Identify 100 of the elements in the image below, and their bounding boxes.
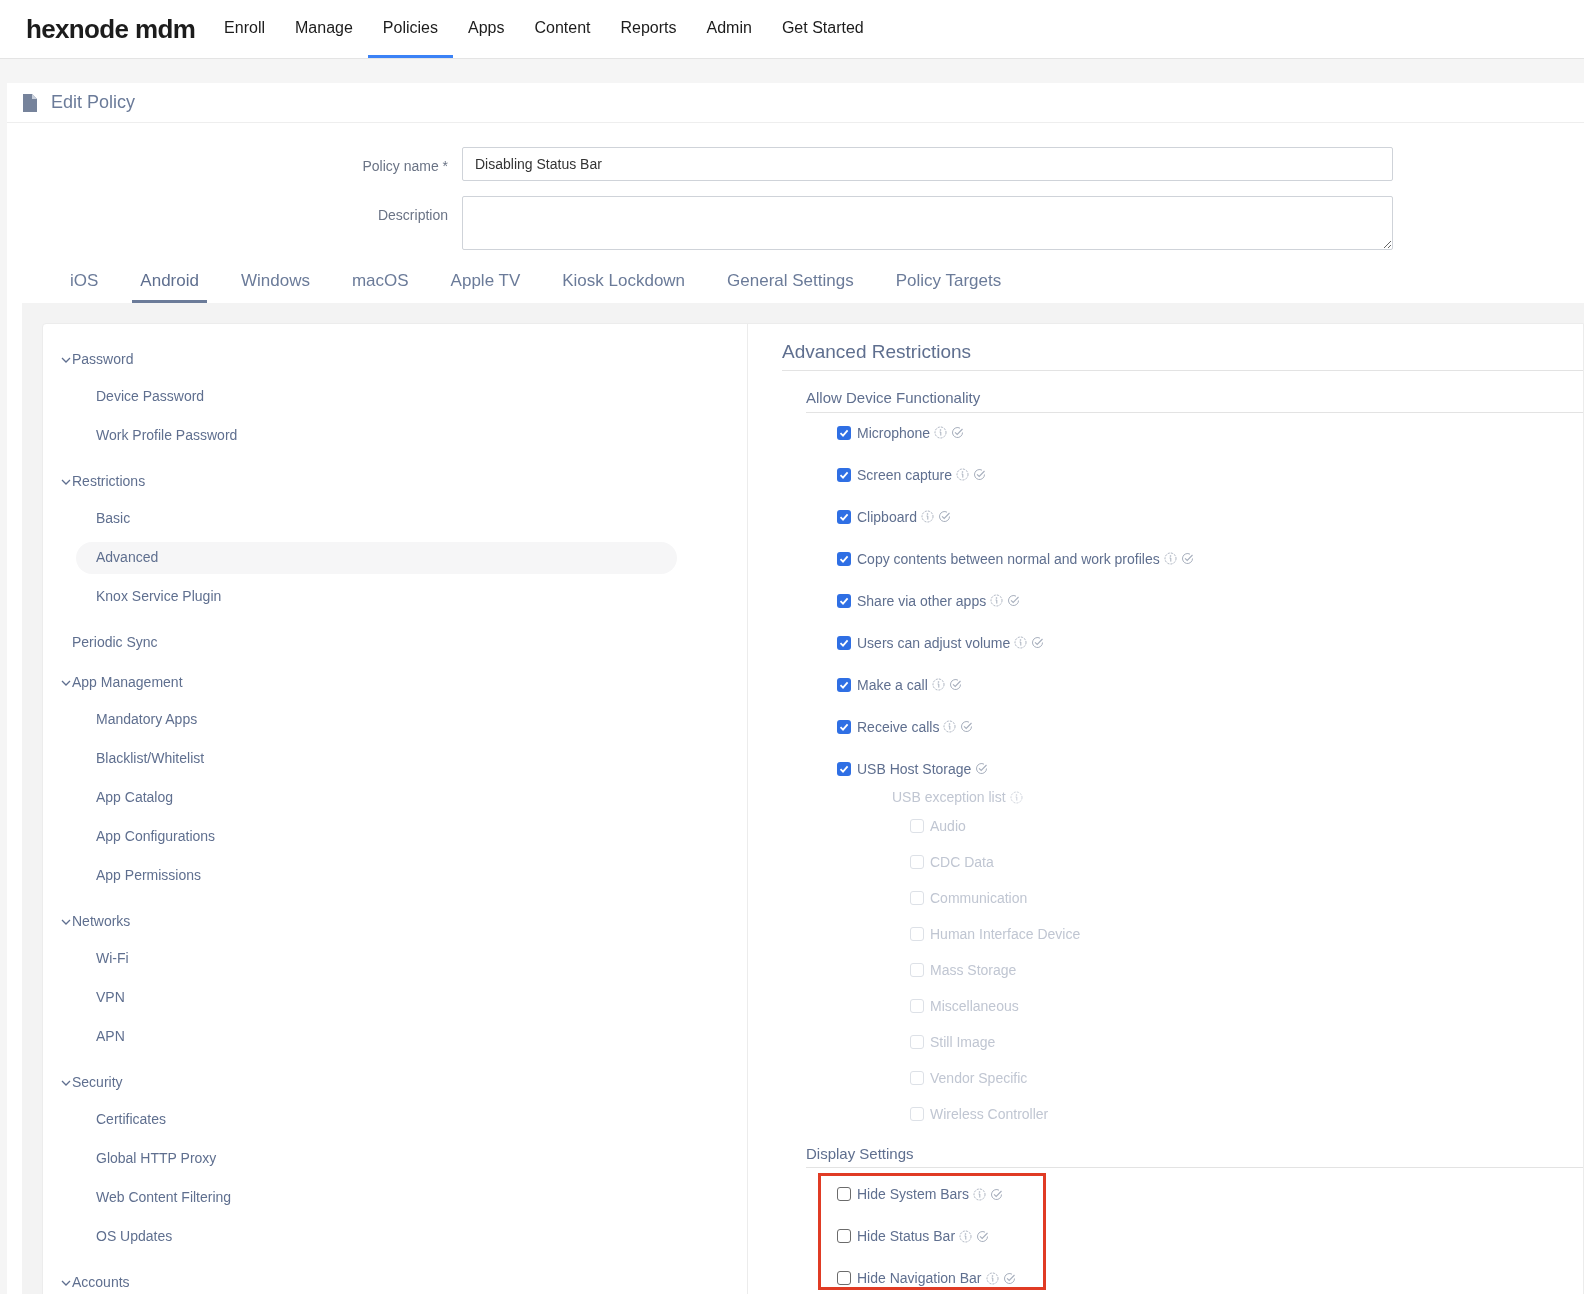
sidebar-item[interactable]: Mandatory Apps: [76, 703, 677, 736]
policy-name-field[interactable]: Disabling Status Bar: [462, 147, 1393, 181]
checkbox[interactable]: [837, 467, 851, 482]
nav-tab[interactable]: Apps: [453, 0, 520, 58]
info-icon[interactable]: [990, 594, 1004, 607]
chevron-icon[interactable]: [61, 355, 71, 364]
brand-logo: hexnode mdm: [26, 12, 196, 46]
sidebar-item[interactable]: Web Content Filtering: [76, 1181, 677, 1214]
checkbox[interactable]: [837, 509, 851, 524]
sidebar-item[interactable]: Global HTTP Proxy: [76, 1142, 677, 1175]
check-circle-icon: [937, 510, 951, 523]
sidebar-group[interactable]: Security: [72, 1072, 123, 1093]
option-label: Clipboard: [857, 508, 917, 525]
sidebar-item[interactable]: Wi-Fi: [76, 942, 677, 975]
chevron-icon[interactable]: [61, 1278, 71, 1287]
sidebar-item[interactable]: Blacklist/Whitelist: [76, 742, 677, 775]
chevron-icon[interactable]: [61, 917, 71, 926]
info-icon[interactable]: [955, 468, 969, 481]
nav-tab[interactable]: Reports: [605, 0, 692, 58]
check-circle-icon: [972, 468, 986, 481]
panel-title: Advanced Restrictions: [782, 337, 1583, 371]
checkbox[interactable]: [837, 425, 851, 440]
info-icon[interactable]: [959, 1229, 973, 1243]
info-icon[interactable]: [1014, 636, 1028, 649]
info-icon[interactable]: [934, 426, 948, 439]
check-circle-icon: [1007, 594, 1021, 607]
check-circle-icon: [951, 426, 965, 439]
option-label: Make a call: [857, 676, 928, 693]
section-title: Allow Device Functionality: [806, 387, 1583, 413]
option-label: Copy contents between normal and work profiles: [857, 550, 1160, 567]
sidebar-group[interactable]: Accounts: [72, 1272, 130, 1293]
nav-tab[interactable]: Policies: [367, 0, 453, 58]
chevron-icon[interactable]: [61, 1078, 71, 1087]
option-label: Miscellaneous: [930, 997, 1019, 1015]
checkbox[interactable]: [837, 593, 851, 608]
option-label: Wireless Controller: [930, 1105, 1049, 1123]
checkbox[interactable]: [837, 1229, 851, 1243]
sidebar-item[interactable]: Basic: [76, 502, 677, 535]
info-icon[interactable]: [973, 1187, 987, 1201]
platform-tab[interactable]: Apple TV: [442, 268, 529, 303]
info-icon[interactable]: [985, 1271, 999, 1285]
platform-tab[interactable]: General Settings: [719, 268, 862, 303]
description-field[interactable]: [462, 196, 1393, 250]
option-label: Microphone: [857, 424, 931, 441]
check-circle-icon: [1031, 636, 1045, 649]
platform-tab[interactable]: macOS: [343, 268, 417, 303]
sidebar-group[interactable]: Restrictions: [72, 471, 146, 492]
option-label: Share via other apps: [857, 592, 987, 609]
checkbox[interactable]: [837, 635, 851, 650]
option-label: CDC Data: [930, 853, 994, 871]
info-icon[interactable]: [920, 510, 934, 523]
check-circle-icon: [1180, 552, 1194, 565]
sidebar-item[interactable]: Advanced: [76, 541, 677, 574]
check-circle-icon: [990, 1187, 1004, 1201]
sidebar-item[interactable]: OS Updates: [76, 1220, 677, 1253]
sidebar-item[interactable]: Certificates: [76, 1103, 677, 1136]
sidebar-group[interactable]: App Management: [72, 672, 183, 693]
section-title: Display Settings: [806, 1142, 1583, 1168]
nav-tab[interactable]: Content: [519, 0, 606, 58]
sidebar-item[interactable]: VPN: [76, 981, 677, 1014]
option-label: Users can adjust volume: [857, 634, 1011, 651]
option-label: Communication: [930, 889, 1028, 907]
option-label: Mass Storage: [930, 961, 1017, 979]
nav-tab[interactable]: Enroll: [209, 0, 280, 58]
option-label: Screen capture: [857, 466, 952, 483]
platform-tab[interactable]: Kiosk Lockdown: [554, 268, 694, 303]
sidebar-item[interactable]: App Configurations: [76, 820, 677, 853]
sidebar-item[interactable]: APN: [76, 1020, 677, 1053]
checkbox[interactable]: [837, 719, 851, 734]
nav-tab[interactable]: Manage: [280, 0, 368, 58]
check-circle-icon: [1002, 1271, 1016, 1285]
document-icon: [23, 93, 37, 112]
platform-tab[interactable]: Windows: [232, 268, 318, 303]
info-icon[interactable]: [1163, 552, 1177, 565]
checkbox[interactable]: [837, 1271, 851, 1285]
sidebar-group[interactable]: Networks: [72, 911, 131, 932]
info-icon[interactable]: [943, 720, 957, 733]
check-circle-icon: [960, 720, 974, 733]
info-icon[interactable]: [1009, 790, 1023, 804]
sidebar-item[interactable]: Work Profile Password: [76, 419, 677, 452]
checkbox[interactable]: [837, 1187, 851, 1201]
sidebar-item[interactable]: Knox Service Plugin: [76, 580, 677, 613]
sidebar-item[interactable]: App Permissions: [76, 859, 677, 892]
platform-tab[interactable]: iOS: [62, 268, 107, 303]
sublist-title: USB exception list: [892, 787, 1006, 807]
chevron-icon[interactable]: [61, 678, 71, 687]
chevron-icon[interactable]: [61, 477, 71, 486]
sidebar-group[interactable]: Periodic Sync: [72, 632, 158, 653]
checkbox[interactable]: [837, 677, 851, 692]
field-label: Policy name *: [361, 157, 449, 176]
sidebar-group[interactable]: Password: [72, 349, 134, 370]
checkbox[interactable]: [837, 551, 851, 566]
nav-tab[interactable]: Admin: [691, 0, 767, 58]
sidebar-item[interactable]: App Catalog: [76, 781, 677, 814]
platform-tab[interactable]: Policy Targets: [887, 268, 1010, 303]
option-label: Human Interface Device: [930, 925, 1081, 943]
info-icon[interactable]: [931, 678, 945, 691]
nav-tab[interactable]: Get Started: [766, 0, 879, 58]
checkbox[interactable]: [837, 761, 851, 776]
sidebar-item[interactable]: Device Password: [76, 380, 677, 413]
